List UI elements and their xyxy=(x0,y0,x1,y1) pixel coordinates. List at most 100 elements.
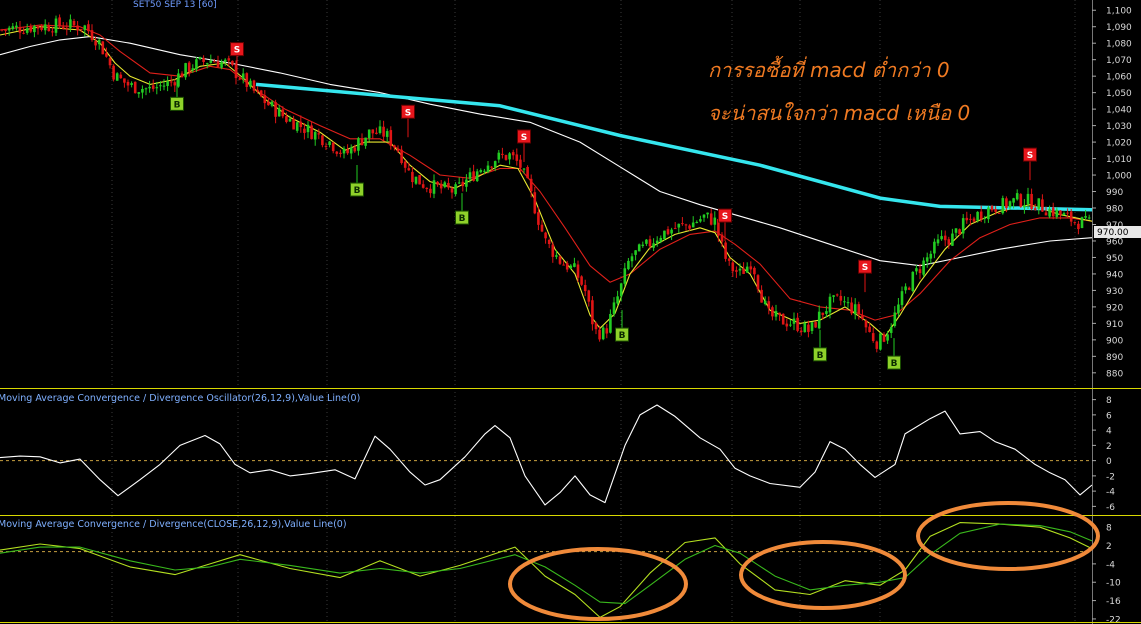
candle-body xyxy=(627,260,630,270)
candle-body xyxy=(339,152,342,155)
candle-body xyxy=(929,253,933,259)
candle-body xyxy=(349,147,353,154)
candle-body xyxy=(288,118,292,122)
signal-label: S xyxy=(1027,151,1033,161)
candle-body xyxy=(281,109,285,117)
candle-body xyxy=(681,223,684,225)
candle-body xyxy=(259,90,263,97)
candle-body xyxy=(868,326,871,333)
candle-body xyxy=(709,213,713,225)
candle-body xyxy=(947,239,951,245)
candle-body xyxy=(724,242,727,259)
candle-body xyxy=(551,244,555,257)
candle-body xyxy=(479,169,483,173)
tick-label: -16 xyxy=(1106,597,1121,607)
candle-body xyxy=(198,57,202,60)
candle-body xyxy=(673,228,677,230)
candle-body xyxy=(882,334,886,342)
candle-body xyxy=(421,184,425,188)
candle-body xyxy=(112,65,115,80)
candle-body xyxy=(753,267,756,275)
candle-body xyxy=(400,149,403,164)
candle-body xyxy=(457,182,461,184)
candle-body xyxy=(432,180,436,194)
tick-label: -6 xyxy=(1106,503,1115,513)
candle-body xyxy=(238,78,241,80)
tick-label: -4 xyxy=(1106,560,1115,570)
candle-body xyxy=(407,168,411,171)
candle-body xyxy=(587,290,591,302)
candle-body xyxy=(958,229,961,234)
candle-body xyxy=(591,300,594,325)
candle-body xyxy=(904,286,907,291)
candle-body xyxy=(529,178,533,192)
candle-body xyxy=(367,129,371,139)
signal-label: B xyxy=(354,186,361,196)
candle-body xyxy=(299,121,303,128)
candle-body xyxy=(519,159,522,168)
candle-body xyxy=(436,181,439,185)
candle-body xyxy=(180,73,184,78)
candle-body xyxy=(382,126,385,137)
tick-label: 960 xyxy=(1106,237,1123,247)
candle-body xyxy=(1062,213,1066,216)
candle-body xyxy=(911,271,915,291)
candle-body xyxy=(144,88,148,90)
candle-body xyxy=(313,132,317,140)
candle-body xyxy=(558,256,562,264)
tick-label: 1,040 xyxy=(1106,106,1132,116)
candle-body xyxy=(990,206,994,211)
signal-label: B xyxy=(891,359,898,369)
signal-label: S xyxy=(521,133,527,143)
candle-body xyxy=(580,276,583,285)
tick-label: 1,030 xyxy=(1106,122,1132,132)
candle-body xyxy=(634,250,637,255)
candle-body xyxy=(213,61,216,63)
candle-body xyxy=(25,28,29,33)
candle-body xyxy=(364,137,367,146)
candle-body xyxy=(36,26,40,29)
tick-label: 910 xyxy=(1106,320,1123,330)
candle-body xyxy=(951,233,954,246)
candle-body xyxy=(450,188,454,193)
candle-body xyxy=(1037,198,1041,209)
candle-body xyxy=(317,133,321,135)
tick-label: 1,000 xyxy=(1106,172,1132,182)
tick-label: 990 xyxy=(1106,188,1123,198)
candle-body xyxy=(598,329,601,340)
candle-body xyxy=(897,304,900,314)
candle-body xyxy=(493,161,497,168)
tick-label: -2 xyxy=(1106,472,1115,482)
signal-label: B xyxy=(817,351,824,361)
candle-body xyxy=(461,181,465,187)
candle-body xyxy=(936,239,940,244)
candle-body xyxy=(605,328,609,334)
candle-body xyxy=(915,268,918,272)
candle-body xyxy=(159,85,162,87)
candle-body xyxy=(735,270,738,272)
candle-body xyxy=(547,239,551,244)
candle-body xyxy=(22,32,25,34)
symbol-label: SET50 SEP 13 [60] xyxy=(133,0,217,10)
candle-body xyxy=(763,300,767,305)
signal-label: S xyxy=(234,46,240,56)
tick-label: 1,020 xyxy=(1106,139,1132,149)
candle-body xyxy=(1066,212,1069,214)
candle-body xyxy=(97,39,101,45)
candle-body xyxy=(220,61,223,68)
candle-body xyxy=(411,171,414,183)
candle-body xyxy=(796,317,799,331)
candle-body xyxy=(875,341,879,349)
candle-body xyxy=(511,152,515,156)
candle-body xyxy=(1059,210,1062,215)
candle-body xyxy=(475,171,479,182)
candle-body xyxy=(994,209,997,212)
candle-body xyxy=(857,304,861,315)
trading-chart: SSSSSSBBBBBB 880890900910920930940950960… xyxy=(0,0,1141,624)
candle-body xyxy=(583,285,587,292)
candle-body xyxy=(1084,216,1087,218)
candle-body xyxy=(328,141,331,146)
candle-body xyxy=(29,26,33,32)
candle-body xyxy=(1030,193,1033,210)
candle-body xyxy=(569,265,573,269)
